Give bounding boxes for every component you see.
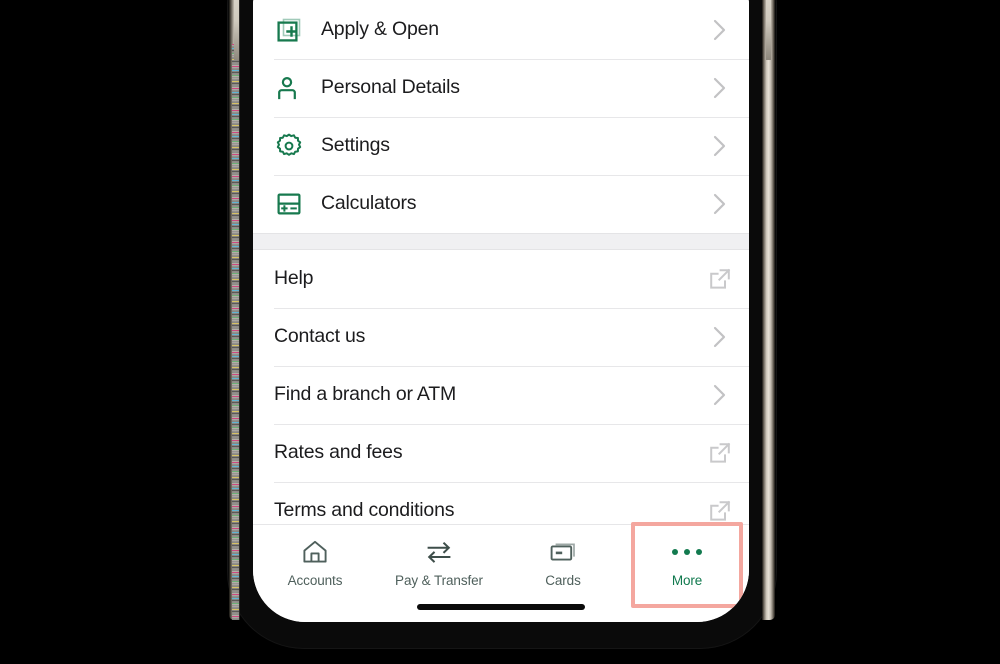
tab-more[interactable]: More (625, 522, 749, 608)
chevron-right-icon (699, 75, 741, 101)
menu-item-label: Apply & Open (321, 18, 439, 41)
tab-accounts[interactable]: Accounts (253, 534, 377, 596)
home-indicator (417, 604, 585, 610)
more-menu-list[interactable]: Apply & Open Personal Details Settings C… (253, 0, 749, 524)
menu-item-label: Settings (321, 134, 390, 157)
menu-item-label: Contact us (274, 325, 366, 348)
menu-item-label: Find a branch or ATM (274, 383, 457, 406)
menu-item-apply-open[interactable]: Apply & Open (253, 1, 749, 59)
chevron-right-icon (699, 382, 741, 408)
external-link-icon (699, 440, 741, 466)
menu-group-separator (253, 233, 749, 250)
person-icon (274, 73, 304, 103)
menu-item-label: Rates and fees (274, 441, 403, 464)
external-link-icon (699, 266, 741, 292)
menu-item-settings[interactable]: Settings (253, 117, 749, 175)
three-dots-icon (672, 538, 702, 566)
phone-side-rail-right (762, 0, 775, 620)
tab-label: More (671, 573, 703, 588)
chevron-right-icon (699, 324, 741, 350)
plus-square-icon (274, 15, 304, 45)
home-icon (301, 538, 329, 566)
menu-item-terms-and-conditions[interactable]: Terms and conditions (253, 482, 749, 524)
chevron-right-icon (699, 133, 741, 159)
menu-item-label: Calculators (321, 192, 417, 215)
menu-item-find-branch-atm[interactable]: Find a branch or ATM (253, 366, 749, 424)
rail-gleam-right (766, 0, 771, 60)
phone-rail-left-edge-artifact (232, 44, 239, 620)
screenshot-canvas: Apply & Open Personal Details Settings C… (0, 0, 1000, 664)
menu-item-label: Help (274, 267, 314, 290)
menu-item-label: Terms and conditions (274, 499, 455, 522)
external-link-icon (699, 498, 741, 524)
menu-item-calculators[interactable]: Calculators (253, 175, 749, 233)
phone-screen: Apply & Open Personal Details Settings C… (253, 0, 749, 622)
menu-item-personal-details[interactable]: Personal Details (253, 59, 749, 117)
tab-label: Cards (545, 573, 581, 588)
menu-item-rates-and-fees[interactable]: Rates and fees (253, 424, 749, 482)
menu-item-help[interactable]: Help (253, 250, 749, 308)
rail-gleam-left (234, 0, 239, 60)
gear-icon (274, 131, 304, 161)
menu-item-label: Personal Details (321, 76, 460, 99)
tab-cards[interactable]: Cards (501, 534, 625, 596)
chevron-right-icon (699, 191, 741, 217)
tab-pay-transfer[interactable]: Pay & Transfer (377, 534, 501, 596)
card-icon (548, 538, 578, 566)
chevron-right-icon (699, 17, 741, 43)
tab-label: Pay & Transfer (395, 573, 483, 588)
calculator-icon (274, 189, 304, 219)
transfer-arrows-icon (424, 538, 454, 566)
menu-item-contact-us[interactable]: Contact us (253, 308, 749, 366)
tab-label: Accounts (287, 573, 343, 588)
